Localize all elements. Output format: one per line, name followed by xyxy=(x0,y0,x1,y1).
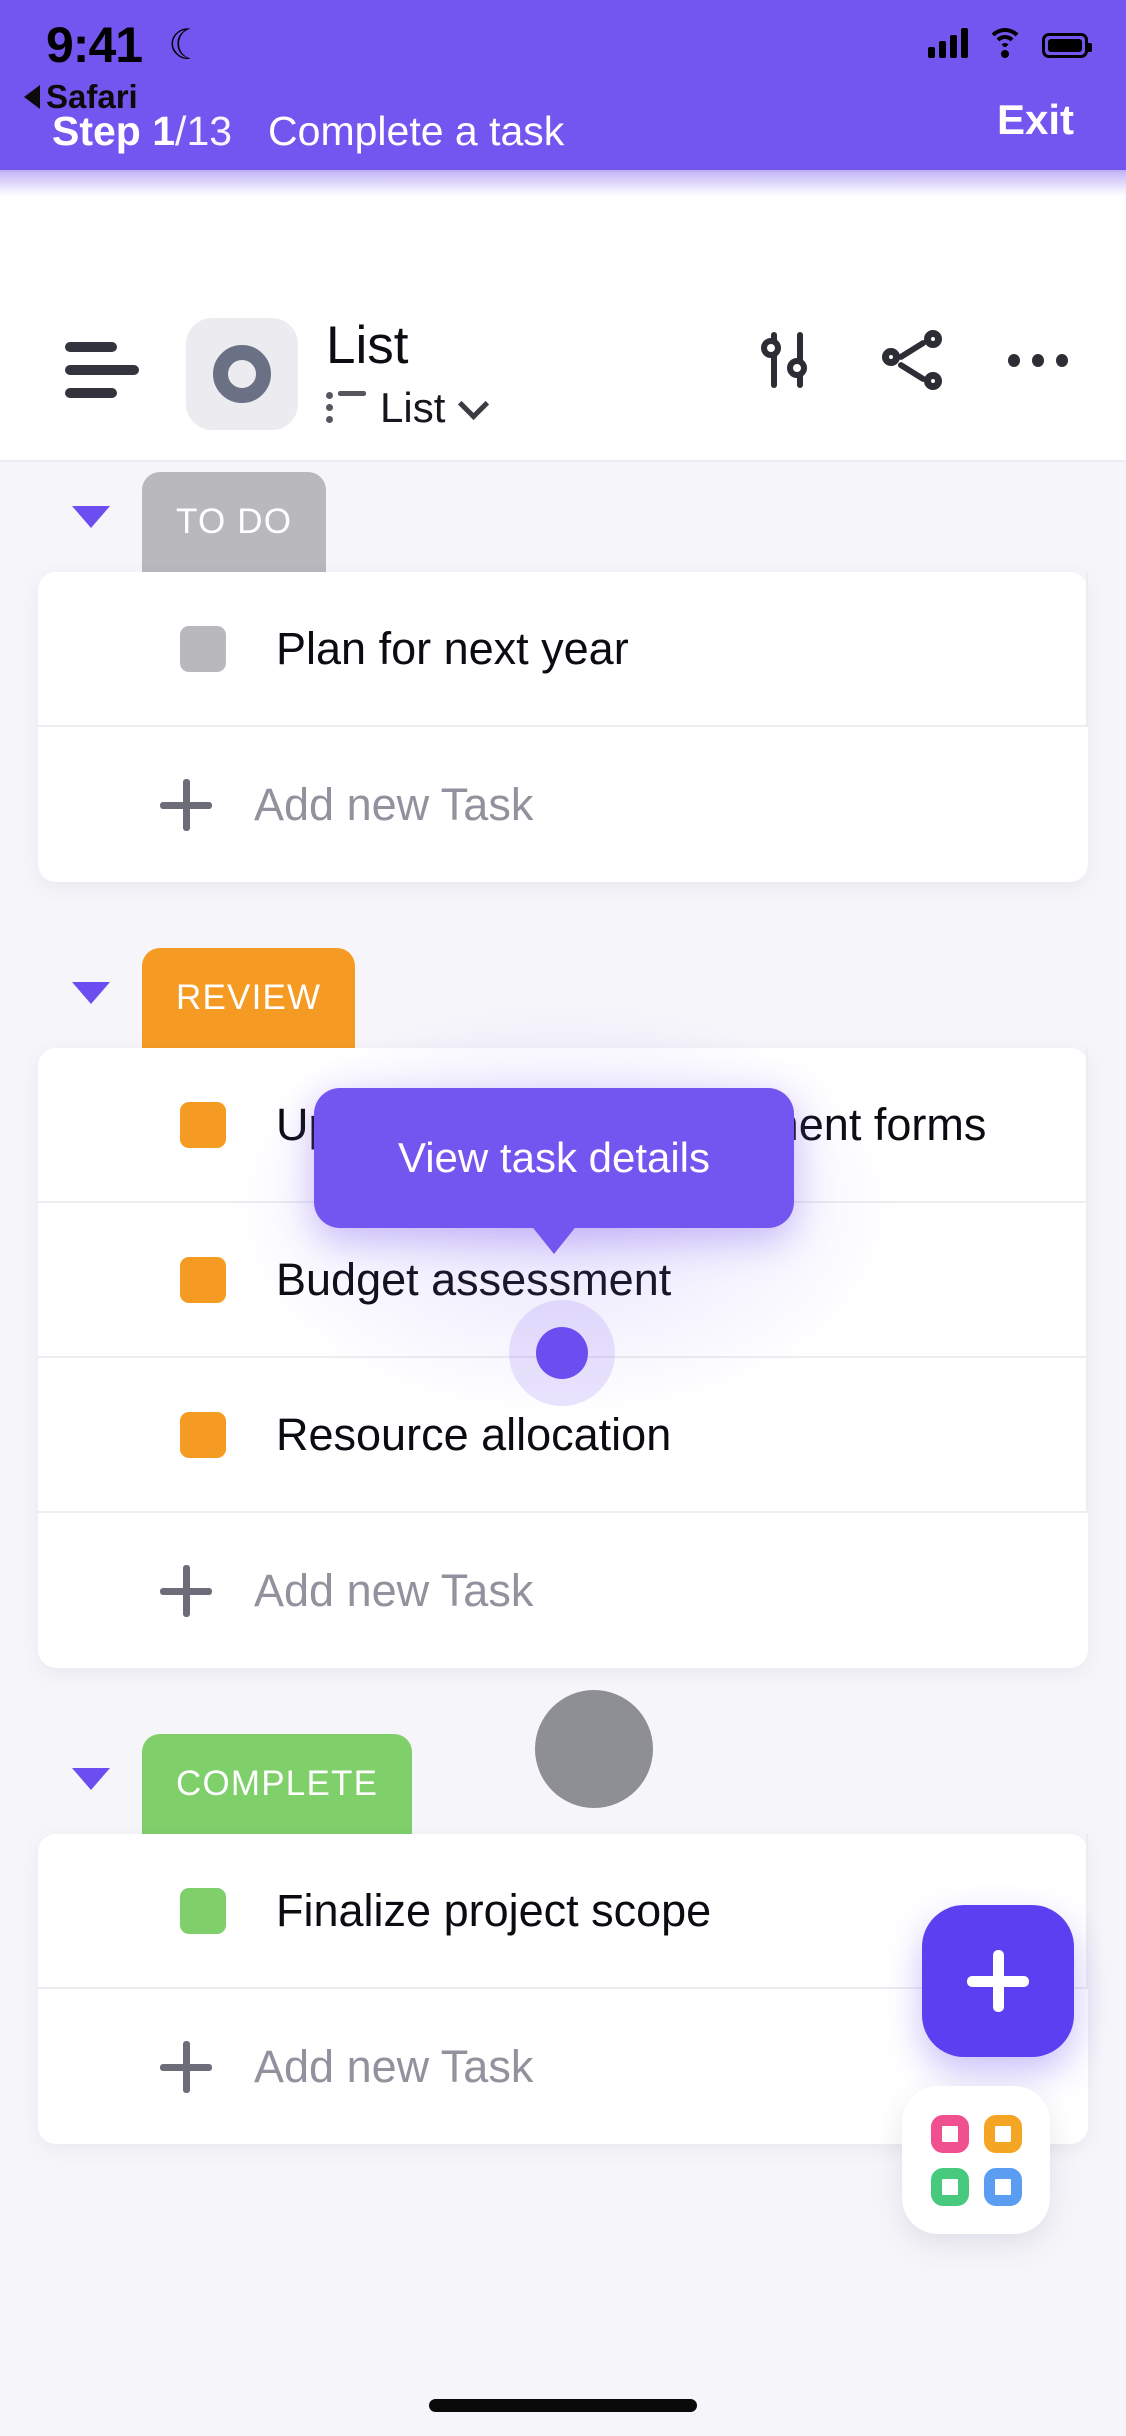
column-divider xyxy=(1086,1358,1088,1511)
step-total: /13 xyxy=(175,107,233,154)
app-grid-widget-icon[interactable] xyxy=(902,2086,1050,2234)
cellular-signal-icon xyxy=(928,28,968,58)
view-selector-label: List xyxy=(380,384,446,432)
widget-tile-green xyxy=(930,2167,969,2206)
view-selector[interactable]: List xyxy=(326,384,490,432)
plus-icon xyxy=(160,778,212,831)
widget-tile-blue xyxy=(983,2167,1022,2206)
onboarding-banner: 9:41 ☾ Safari Step 1 /13 Complete a task… xyxy=(0,0,1126,170)
column-divider xyxy=(1086,1203,1088,1356)
status-bar: 9:41 ☾ Safari xyxy=(0,0,1126,115)
plus-icon xyxy=(967,1950,1029,2012)
step-current: Step 1 xyxy=(52,107,176,154)
group-card-todo: Plan for next year Add new Task xyxy=(38,572,1088,882)
add-new-task-label: Add new Task xyxy=(254,1564,534,1616)
home-indicator[interactable] xyxy=(429,2399,697,2412)
step-row: Step 1 /13 Complete a task xyxy=(0,92,1126,170)
add-new-task-row[interactable]: Add new Task xyxy=(38,727,1088,882)
add-new-task-row[interactable]: Add new Task xyxy=(38,1513,1088,1668)
plus-icon xyxy=(160,2040,212,2093)
list-view-icon xyxy=(326,391,366,425)
step-title: Complete a task xyxy=(268,107,565,154)
status-chip[interactable] xyxy=(180,1887,226,1934)
wifi-icon xyxy=(986,28,1024,58)
header-titles: List List xyxy=(326,316,490,432)
exit-button[interactable]: Exit xyxy=(997,96,1074,144)
widget-tile-pink xyxy=(930,2114,969,2153)
group-header-review: REVIEW xyxy=(0,938,1126,1048)
table-row[interactable]: Plan for next year xyxy=(38,572,1088,727)
status-chip[interactable] xyxy=(180,625,226,672)
page-title: List xyxy=(326,316,409,375)
collapse-caret-icon[interactable] xyxy=(72,1768,110,1790)
group-status-pill[interactable]: TO DO xyxy=(142,472,327,572)
tooltip-pointer-icon xyxy=(530,1224,578,1254)
cursor-pointer xyxy=(535,1690,653,1808)
task-name: Plan for next year xyxy=(276,622,629,674)
widget-tile-orange xyxy=(983,2114,1022,2153)
status-chip[interactable] xyxy=(180,1411,226,1458)
status-chip[interactable] xyxy=(180,1256,226,1303)
group-header-todo: TO DO xyxy=(0,462,1126,572)
column-divider xyxy=(1086,1834,1088,1987)
crescent-moon-icon: ☾ xyxy=(168,21,206,68)
banner-shadow xyxy=(0,170,1126,196)
add-new-task-label: Add new Task xyxy=(254,2040,534,2092)
collapse-caret-icon[interactable] xyxy=(72,506,110,528)
group-todo: TO DO Plan for next year Add new Task xyxy=(0,462,1126,882)
filter-sliders-icon[interactable] xyxy=(756,330,816,390)
task-name: Finalize project scope xyxy=(276,1884,712,1936)
list-avatar-ring-icon[interactable] xyxy=(186,318,298,430)
collapse-caret-icon[interactable] xyxy=(72,982,110,1004)
header-actions xyxy=(756,330,1068,390)
share-icon[interactable] xyxy=(882,330,942,390)
battery-full-icon xyxy=(1042,33,1092,58)
task-name: Budget assessment xyxy=(276,1253,672,1305)
status-chip[interactable] xyxy=(180,1101,226,1148)
column-divider xyxy=(1086,1048,1088,1201)
status-bar-time: 9:41 xyxy=(46,17,143,73)
more-options-icon[interactable] xyxy=(1008,330,1068,390)
step-counter: Step 1 /13 xyxy=(52,108,232,155)
column-divider xyxy=(1086,572,1088,725)
tap-indicator xyxy=(509,1300,615,1406)
add-task-fab[interactable] xyxy=(922,1905,1074,2057)
coachmark-tooltip[interactable]: View task details xyxy=(314,1088,794,1254)
task-name: Resource allocation xyxy=(276,1408,672,1460)
plus-icon xyxy=(160,1564,212,1617)
group-status-pill[interactable]: REVIEW xyxy=(142,948,356,1048)
app-header xyxy=(0,172,1126,462)
status-bar-indicators xyxy=(928,28,1092,58)
hamburger-menu-icon[interactable] xyxy=(65,342,139,398)
tooltip-text: View task details xyxy=(397,1134,711,1181)
add-new-task-label: Add new Task xyxy=(254,778,534,830)
group-status-pill[interactable]: COMPLETE xyxy=(142,1734,413,1834)
